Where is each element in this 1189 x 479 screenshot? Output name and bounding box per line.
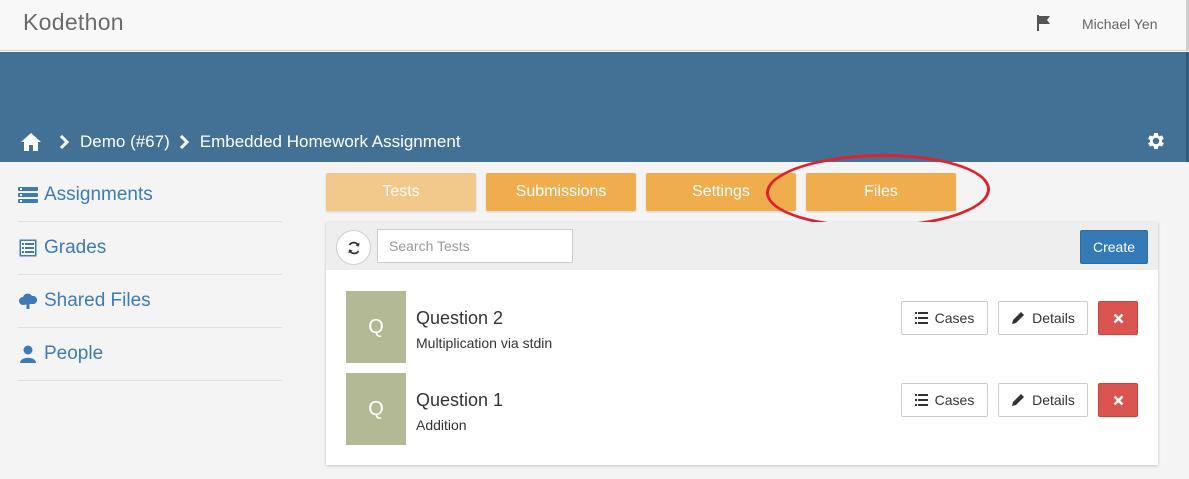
list-alt-icon	[18, 238, 38, 258]
details-label: Details	[1032, 392, 1075, 408]
breadcrumb-assignment: Embedded Homework Assignment	[199, 132, 461, 151]
top-navbar: Kodethon Michael Yen	[0, 0, 1189, 51]
app-brand[interactable]: Kodethon	[23, 9, 124, 36]
tab-files[interactable]: Files	[806, 173, 956, 211]
search-input[interactable]	[377, 229, 573, 263]
sidebar-item-shared-files[interactable]: Shared Files	[18, 275, 282, 328]
breadcrumb: Demo (#67) Embedded Homework Assignment	[20, 131, 465, 153]
list-icon	[914, 394, 928, 406]
flag-icon[interactable]	[1036, 14, 1052, 32]
test-description: Multiplication via stdin	[416, 335, 553, 351]
tasks-icon	[18, 185, 38, 205]
home-icon[interactable]	[20, 132, 42, 152]
cases-button[interactable]: Cases	[901, 383, 988, 417]
tab-submissions[interactable]: Submissions	[486, 173, 636, 211]
create-button[interactable]: Create	[1080, 230, 1148, 264]
sidebar-item-label: People	[44, 343, 104, 364]
page-header: Demo (#67) Embedded Homework Assignment	[0, 52, 1189, 162]
list-item: Q Question 2 Multiplication via stdin Ca…	[346, 291, 1138, 363]
pencil-icon	[1011, 393, 1025, 407]
test-title: Question 1	[416, 390, 504, 410]
refresh-icon	[348, 241, 359, 254]
delete-button[interactable]	[1098, 383, 1138, 417]
sidebar-item-label: Shared Files	[44, 290, 151, 311]
tab-tests[interactable]: Tests	[326, 173, 476, 211]
gear-icon[interactable]	[1145, 130, 1167, 152]
test-title: Question 2	[416, 308, 504, 328]
sidebar: Assignments Grades Shared Files People	[0, 162, 300, 479]
details-label: Details	[1032, 310, 1075, 326]
user-icon	[18, 344, 38, 364]
delete-button[interactable]	[1098, 301, 1138, 335]
avatar: Q	[346, 291, 406, 363]
cases-button[interactable]: Cases	[901, 301, 988, 335]
list-icon	[914, 312, 928, 324]
chevron-right-icon	[179, 135, 189, 149]
sidebar-item-assignments[interactable]: Assignments	[18, 169, 282, 222]
sidebar-item-label: Grades	[44, 237, 107, 258]
sidebar-item-label: Assignments	[44, 184, 153, 205]
close-icon	[1113, 313, 1123, 323]
chevron-right-icon	[59, 135, 70, 149]
test-description: Addition	[416, 417, 467, 433]
details-button[interactable]: Details	[998, 383, 1088, 417]
cases-label: Cases	[934, 310, 975, 326]
details-button[interactable]: Details	[998, 301, 1088, 335]
panel-toolbar: Create	[326, 222, 1158, 270]
list-item: Q Question 1 Addition Cases Details	[346, 373, 1138, 445]
sidebar-item-grades[interactable]: Grades	[18, 222, 282, 275]
close-icon	[1113, 395, 1123, 405]
avatar: Q	[346, 373, 406, 445]
sidebar-item-people[interactable]: People	[18, 328, 282, 381]
tests-panel: Create Q Question 2 Multiplication via s…	[326, 222, 1158, 465]
cases-label: Cases	[934, 392, 975, 408]
breadcrumb-course[interactable]: Demo (#67)	[80, 132, 170, 152]
pencil-icon	[1011, 311, 1025, 325]
tab-settings[interactable]: Settings	[646, 173, 796, 211]
refresh-button[interactable]	[336, 230, 371, 265]
user-name[interactable]: Michael Yen	[1082, 16, 1158, 32]
cloud-upload-icon	[18, 291, 38, 311]
